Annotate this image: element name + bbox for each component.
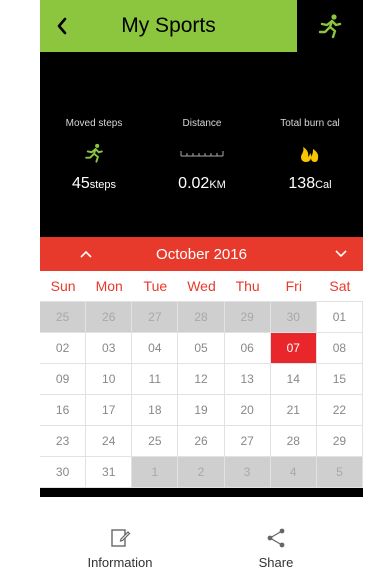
weekday-label: Wed <box>187 278 216 294</box>
calendar-day[interactable]: 23 <box>40 426 87 457</box>
calendar-header: October 2016 <box>40 237 363 271</box>
calendar-day[interactable]: 27 <box>224 426 271 457</box>
calendar-day[interactable]: 09 <box>40 364 87 395</box>
calendar-day[interactable]: 19 <box>178 395 225 426</box>
calendar-day[interactable]: 17 <box>86 395 133 426</box>
calendar-day[interactable]: 11 <box>132 364 179 395</box>
stat-label: Total burn cal <box>280 118 340 129</box>
chevron-down-icon <box>335 250 347 258</box>
ruler-icon <box>180 151 224 157</box>
calendar-day[interactable]: 18 <box>132 395 179 426</box>
calendar-day[interactable]: 2 <box>178 457 225 488</box>
top-bar: My Sports <box>40 0 363 52</box>
runner-icon <box>318 14 342 39</box>
calendar-day[interactable]: 03 <box>86 333 133 364</box>
bottom-bar: Information Share <box>40 497 363 581</box>
calendar-day[interactable]: 4 <box>270 457 317 488</box>
calendar-day[interactable]: 26 <box>178 426 225 457</box>
calendar-day[interactable]: 22 <box>316 395 363 426</box>
chevron-up-icon <box>80 250 92 258</box>
calendar-day[interactable]: 15 <box>316 364 363 395</box>
calendar-day[interactable]: 28 <box>178 302 225 333</box>
stat-value: 45steps <box>40 175 148 193</box>
weekday-label: Sun <box>50 278 76 294</box>
weekday-label: Thu <box>235 278 260 294</box>
calories-value: 138 <box>288 175 316 192</box>
calendar-day[interactable]: 04 <box>132 333 179 364</box>
calendar-day[interactable]: 30 <box>40 457 87 488</box>
weekday-label: Mon <box>95 278 123 294</box>
edit-note-icon <box>111 529 131 547</box>
steps-value: 45 <box>71 175 90 192</box>
distance-unit: KM <box>209 179 226 191</box>
calendar-day[interactable]: 31 <box>86 457 133 488</box>
share-label: Share <box>258 555 294 570</box>
calories-unit: Cal <box>315 179 332 191</box>
stats-panel: Moved steps 45steps Distance 0.02KM Tota… <box>40 110 363 220</box>
information-label: Information <box>87 555 153 570</box>
calendar-day[interactable]: 28 <box>270 426 317 457</box>
calendar-day[interactable]: 06 <box>224 333 271 364</box>
calendar-day[interactable]: 3 <box>224 457 271 488</box>
calendar-day[interactable]: 10 <box>86 364 133 395</box>
weekday-label: Tue <box>143 278 168 294</box>
calendar: October 2016 Sun Mon Tue Wed Thu Fri Sat… <box>40 237 363 488</box>
calendar-day[interactable]: 02 <box>40 333 87 364</box>
app-screen: My Sports Moved steps 45steps Distance 0… <box>40 0 363 581</box>
share-button[interactable]: Share <box>216 527 336 570</box>
next-month-button[interactable] <box>321 237 361 271</box>
calendar-day[interactable]: 25 <box>40 302 87 333</box>
calendar-day[interactable]: 16 <box>40 395 87 426</box>
calendar-day[interactable]: 25 <box>132 426 179 457</box>
calendar-day[interactable]: 21 <box>270 395 317 426</box>
weekday-label: Sat <box>329 278 351 294</box>
information-button[interactable]: Information <box>60 527 180 570</box>
calendar-day[interactable]: 05 <box>178 333 225 364</box>
calendar-day[interactable]: 29 <box>224 302 271 333</box>
calendar-day-selected[interactable]: 07 <box>270 333 317 364</box>
stat-label: Moved steps <box>65 118 123 129</box>
stat-steps: Moved steps 45steps <box>40 110 148 193</box>
calendar-day[interactable]: 12 <box>178 364 225 395</box>
stat-distance: Distance 0.02KM <box>148 110 256 193</box>
steps-unit: steps <box>89 179 117 191</box>
calendar-day[interactable]: 01 <box>316 302 363 333</box>
calendar-day[interactable]: 24 <box>86 426 133 457</box>
calendar-day[interactable]: 29 <box>316 426 363 457</box>
sport-mode-button[interactable] <box>297 0 363 52</box>
stat-value: 0.02KM <box>148 175 256 193</box>
page-title: My Sports <box>121 14 216 37</box>
stat-value: 138Cal <box>256 175 363 193</box>
weekday-row: Sun Mon Tue Wed Thu Fri Sat <box>40 271 363 302</box>
calendar-day[interactable]: 08 <box>316 333 363 364</box>
stat-calories: Total burn cal 138Cal <box>256 110 363 193</box>
flame-icon <box>301 147 319 162</box>
share-icon <box>267 528 285 548</box>
calendar-month-title: October 2016 <box>156 245 247 263</box>
calendar-day[interactable]: 30 <box>270 302 317 333</box>
calendar-day[interactable]: 1 <box>132 457 179 488</box>
prev-month-button[interactable] <box>66 237 106 271</box>
calendar-day[interactable]: 13 <box>224 364 271 395</box>
calendar-day[interactable]: 26 <box>86 302 133 333</box>
weekday-label: Fri <box>285 278 302 294</box>
distance-value: 0.02 <box>178 175 210 192</box>
calendar-day[interactable]: 5 <box>316 457 363 488</box>
stat-label: Distance <box>182 118 222 129</box>
calendar-day[interactable]: 27 <box>132 302 179 333</box>
calendar-day[interactable]: 20 <box>224 395 271 426</box>
runner-icon <box>85 143 103 163</box>
calendar-day[interactable]: 14 <box>270 364 317 395</box>
calendar-grid: 25 26 27 28 29 30 01 02 03 04 05 06 07 0… <box>40 302 363 488</box>
